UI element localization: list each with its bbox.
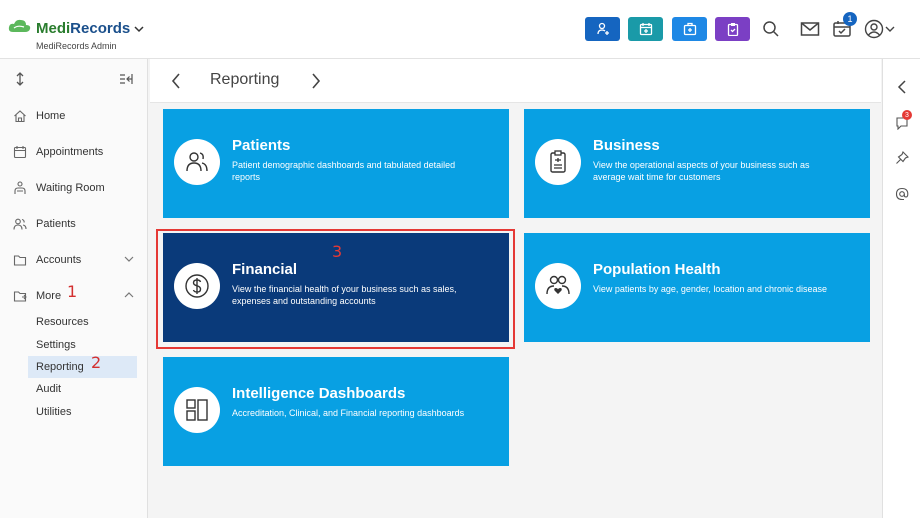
annotation-step-2: 2 — [91, 353, 102, 372]
report-card-intelligence-dashboards[interactable]: Intelligence Dashboards Accreditation, C… — [163, 357, 509, 466]
sidebar-subitem-utilities[interactable]: Utilities — [28, 401, 137, 423]
add-patient-button[interactable] — [585, 17, 620, 41]
app-logo[interactable]: MediRecords — [8, 18, 144, 39]
mention-icon[interactable] — [892, 184, 912, 204]
app-name: MediRecords — [36, 20, 131, 37]
sidebar-item-waiting-room[interactable]: Waiting Room — [0, 173, 148, 203]
collapse-sidebar-icon[interactable] — [119, 72, 133, 90]
folder-open-icon — [12, 288, 28, 304]
top-bar: MediRecords MediRecords Admin 1 — [0, 0, 920, 59]
right-rail: 3 — [882, 59, 920, 518]
forward-chevron-icon[interactable] — [310, 72, 322, 95]
app-subtitle: MediRecords Admin — [36, 41, 117, 51]
page-title: Reporting — [210, 71, 280, 88]
sidebar-subitem-settings[interactable]: Settings — [28, 334, 137, 356]
user-menu-chevron-icon[interactable] — [882, 17, 898, 41]
calendar-add-icon — [639, 23, 652, 36]
collapse-rail-chevron-icon[interactable] — [892, 77, 912, 97]
folder-icon — [12, 252, 28, 268]
sidebar-item-home[interactable]: Home — [0, 101, 148, 131]
sidebar-item-label: More — [36, 290, 62, 302]
card-title: Business — [593, 137, 660, 154]
clipboard-icon — [535, 139, 581, 185]
add-patient-icon — [596, 22, 609, 35]
sidebar-subitem-reporting[interactable]: Reporting — [28, 356, 137, 378]
search-icon[interactable] — [759, 17, 783, 41]
sidebar-toolbar — [0, 59, 148, 99]
waiting-room-icon — [12, 180, 28, 196]
clipboard-icon — [727, 23, 738, 36]
sidebar-item-label: Accounts — [36, 254, 82, 266]
card-description: View patients by age, gender, location a… — [593, 284, 827, 294]
add-appointment-button[interactable] — [628, 17, 663, 41]
sidebar-subitem-audit[interactable]: Audit — [28, 378, 137, 400]
patients-icon — [174, 139, 220, 185]
chevron-down-icon[interactable] — [134, 20, 144, 38]
sidebar-item-label: Home — [36, 110, 66, 122]
card-title: Population Health — [593, 261, 721, 278]
cloud-logo-icon — [8, 18, 32, 39]
calendar-icon — [12, 144, 28, 160]
sidebar-item-label: Appointments — [36, 146, 104, 158]
sidebar-item-accounts[interactable]: Accounts — [0, 245, 148, 275]
back-chevron-icon[interactable] — [170, 72, 182, 95]
dashboard-icon — [174, 387, 220, 433]
population-icon — [535, 263, 581, 309]
card-description: View the operational aspects of your bus… — [593, 160, 810, 182]
card-description: Accreditation, Clinical, and Financial r… — [232, 408, 465, 418]
card-description: Patient demographic dashboards and tabul… — [232, 160, 456, 182]
home-icon — [12, 108, 28, 124]
medical-kit-icon — [683, 22, 696, 36]
sidebar-item-patients[interactable]: Patients — [0, 209, 148, 239]
annotation-step-3: 3 — [332, 242, 343, 261]
chevron-down-icon — [124, 254, 134, 266]
chevron-up-icon — [124, 290, 134, 302]
pin-icon[interactable] — [892, 148, 912, 168]
sidebar-item-label: Waiting Room — [36, 182, 105, 194]
report-card-population-health[interactable]: Population Health View patients by age, … — [524, 233, 870, 342]
medical-kit-button[interactable] — [672, 17, 707, 41]
chat-badge: 3 — [902, 110, 912, 120]
patients-icon — [12, 216, 28, 232]
content-header: Reporting — [150, 59, 881, 103]
annotation-step-1: 1 — [67, 282, 78, 301]
sidebar-item-appointments[interactable]: Appointments — [0, 137, 148, 167]
report-card-patients[interactable]: Patients Patient demographic dashboards … — [163, 109, 509, 218]
sidebar-item-label: Patients — [36, 218, 76, 230]
sidebar-subitem-resources[interactable]: Resources — [28, 311, 137, 333]
mail-icon[interactable] — [798, 17, 822, 41]
card-title: Intelligence Dashboards — [232, 385, 406, 402]
clipboard-button[interactable] — [715, 17, 750, 41]
report-card-business[interactable]: Business View the operational aspects of… — [524, 109, 870, 218]
sidebar: Home Appointments Waiting Room Patients … — [0, 59, 148, 518]
notification-badge: 1 — [843, 12, 857, 26]
card-title: Patients — [232, 137, 291, 154]
expand-vertical-icon[interactable] — [14, 72, 26, 91]
